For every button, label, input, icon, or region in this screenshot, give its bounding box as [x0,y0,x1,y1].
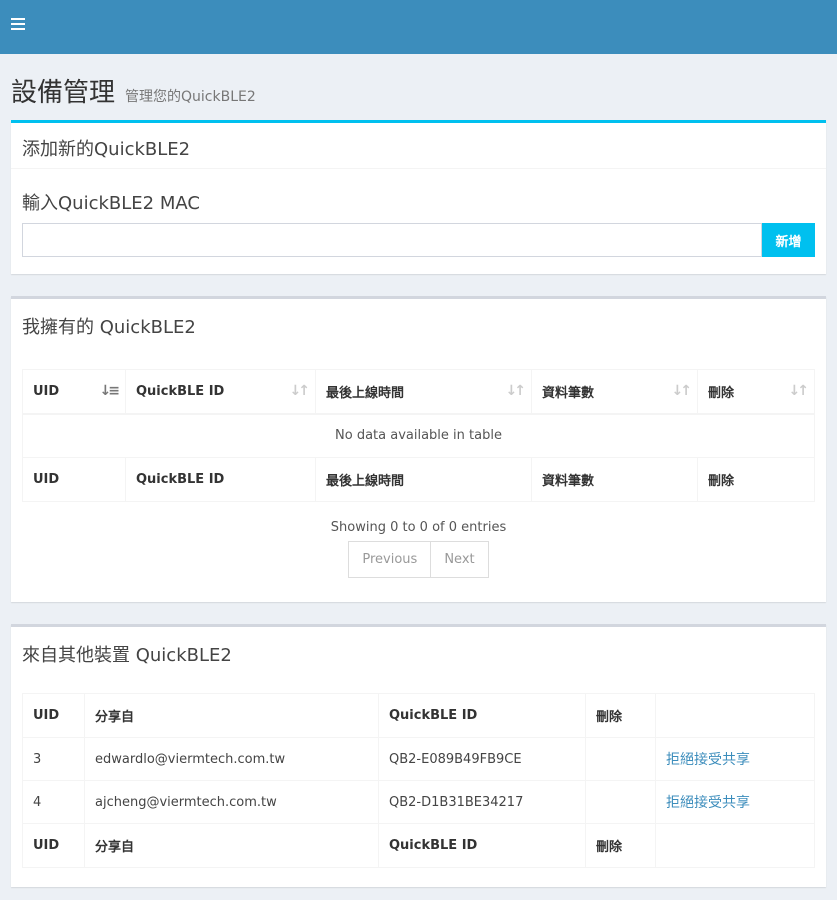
column-header-delete: 刪除 [585,693,656,738]
footer-shared-from: 分享自 [84,823,379,868]
page-subtitle: 管理您的QuickBLE2 [125,89,256,105]
owned-devices-body: UID ↓≡ QuickBLE ID ↓↑ 最後上線時間 ↓↑ 資料筆數 ↓↑ 刪除 ↓↑… [11,347,826,588]
shared-devices-title: 來自其他裝置 QuickBLE2 [22,645,232,666]
sort-icon: ↓↑ [671,383,693,399]
footer-delete: 刪除 [697,457,815,502]
add-device-box: 添加新的QuickBLE2 輸入QuickBLE2 MAC 新增 [11,120,826,274]
row-uid: 3 [22,737,85,781]
mac-input[interactable] [22,223,762,257]
sort-icon: ↓↑ [788,383,810,399]
owned-devices-box: 我擁有的 QuickBLE2 UID ↓≡ QuickBLE ID ↓↑ 最後上線時… [11,296,826,602]
footer-quickble-id: QuickBLE ID [125,457,316,502]
footer-uid: UID [22,823,85,868]
hamburger-icon[interactable] [11,18,25,32]
column-header-uid: UID [22,693,85,738]
footer-action [655,823,815,868]
column-header-last-online[interactable]: 最後上線時間 ↓↑ [315,369,532,415]
footer-record-count: 資料筆數 [531,457,698,502]
previous-page-button[interactable]: Previous [348,541,432,578]
row-shared-from: edwardlo@viermtech.com.tw [84,737,379,781]
shared-devices-table: UID 分享自 QuickBLE ID 刪除 3 edwardlo@viermt… [22,693,815,868]
column-header-record-count[interactable]: 資料筆數 ↓↑ [531,369,698,415]
column-header-shared-from: 分享自 [84,693,379,738]
sort-icon: ↓↑ [289,383,311,399]
row-delete-cell [585,737,656,781]
owned-devices-title: 我擁有的 QuickBLE2 [22,317,196,338]
column-header-quickble-id[interactable]: QuickBLE ID ↓↑ [125,369,316,415]
empty-table-message: No data available in table [22,413,815,458]
shared-devices-body: UID 分享自 QuickBLE ID 刪除 3 edwardlo@viermt… [11,675,826,878]
next-page-button[interactable]: Next [431,541,489,578]
sort-asc-icon: ↓≡ [99,383,121,399]
row-quickble-id: QB2-E089B49FB9CE [378,737,586,781]
row-action-cell: 拒絕接受共享 [655,780,815,824]
mac-input-label: 輸入QuickBLE2 MAC [22,193,200,214]
add-button[interactable]: 新增 [762,223,815,257]
mac-input-group: 新增 [22,223,815,257]
column-header-action [655,693,815,738]
footer-delete: 刪除 [585,823,656,868]
top-navbar [0,0,837,54]
row-quickble-id: QB2-D1B31BE34217 [378,780,586,824]
content-header: 設備管理 管理您的QuickBLE2 [0,54,837,120]
table-row: 3 edwardlo@viermtech.com.tw QB2-E089B49F… [22,737,815,781]
shared-devices-box: 來自其他裝置 QuickBLE2 UID 分享自 QuickBLE ID 刪除 … [11,624,826,887]
footer-quickble-id: QuickBLE ID [378,823,586,868]
reject-share-link[interactable]: 拒絕接受共享 [666,752,750,768]
add-device-title: 添加新的QuickBLE2 [11,123,826,169]
sort-icon: ↓↑ [505,383,527,399]
row-action-cell: 拒絕接受共享 [655,737,815,781]
row-uid: 4 [22,780,85,824]
column-header-delete[interactable]: 刪除 ↓↑ [697,369,815,415]
row-delete-cell [585,780,656,824]
table-row: 4 ajcheng@viermtech.com.tw QB2-D1B31BE34… [22,780,815,824]
page-title: 設備管理 [11,78,116,108]
owned-devices-table: UID ↓≡ QuickBLE ID ↓↑ 最後上線時間 ↓↑ 資料筆數 ↓↑ 刪除 ↓↑… [22,369,815,502]
column-header-uid[interactable]: UID ↓≡ [22,369,126,415]
reject-share-link[interactable]: 拒絕接受共享 [666,795,750,811]
footer-last-online: 最後上線時間 [315,457,532,502]
column-header-quickble-id: QuickBLE ID [378,693,586,738]
table-info: Showing 0 to 0 of 0 entries [330,520,507,535]
pagination: Previous Next [22,541,815,578]
add-device-form: 輸入QuickBLE2 MAC 新增 [11,169,826,267]
footer-uid: UID [22,457,126,502]
row-shared-from: ajcheng@viermtech.com.tw [84,780,379,824]
